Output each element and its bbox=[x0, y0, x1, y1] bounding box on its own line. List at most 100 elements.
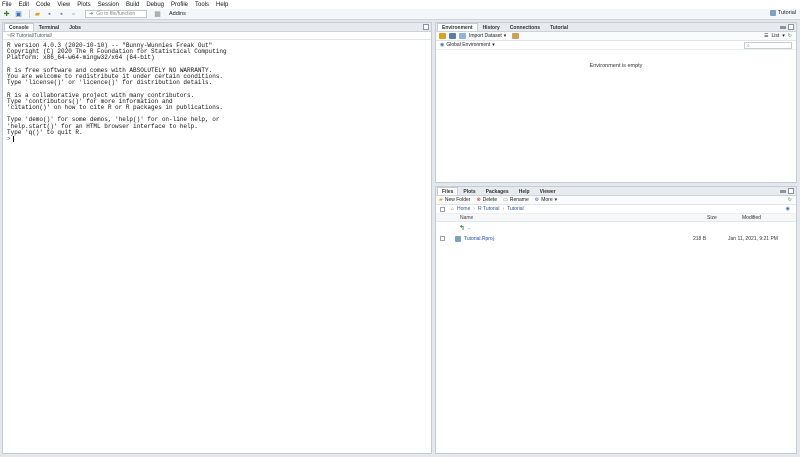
save-workspace-icon[interactable] bbox=[449, 33, 456, 39]
print-icon[interactable]: ▫ bbox=[69, 10, 78, 18]
menu-help[interactable]: Help bbox=[216, 2, 228, 8]
parent-dir-link[interactable]: .. bbox=[468, 225, 471, 231]
file-modified: Jan 11, 2021, 9:21 PM bbox=[728, 235, 778, 242]
minimize-icon[interactable] bbox=[780, 190, 786, 193]
tab-environment[interactable]: Environment bbox=[437, 23, 478, 31]
more-button[interactable]: More bbox=[541, 197, 552, 203]
text-cursor bbox=[12, 136, 14, 143]
save-icon[interactable]: ▪ bbox=[45, 10, 54, 18]
go-to-working-dir-icon[interactable]: ◉ bbox=[786, 206, 790, 212]
menu-plots[interactable]: Plots bbox=[77, 2, 90, 8]
menu-build[interactable]: Build bbox=[126, 2, 139, 8]
menu-code[interactable]: Code bbox=[36, 2, 50, 8]
breadcrumb-separator: › bbox=[473, 206, 476, 212]
tab-jobs[interactable]: Jobs bbox=[64, 23, 86, 31]
tab-console[interactable]: Console bbox=[4, 23, 34, 31]
refresh-icon[interactable]: ↻ bbox=[788, 33, 792, 39]
console-pane-controls bbox=[423, 24, 429, 30]
workspace-panes-icon[interactable]: ▦ bbox=[153, 10, 162, 18]
column-size[interactable]: Size bbox=[707, 215, 742, 221]
new-folder-button[interactable]: New Folder bbox=[445, 197, 471, 203]
toolbar-separator bbox=[29, 10, 30, 18]
file-size: 218 B bbox=[693, 235, 707, 242]
goto-placeholder: Go to file/function bbox=[96, 11, 136, 17]
console-prompt: > bbox=[7, 135, 11, 143]
environment-empty-message: Environment is empty bbox=[589, 63, 643, 69]
parent-dir-icon: ↰ bbox=[459, 224, 465, 232]
menu-view[interactable]: View bbox=[57, 2, 70, 8]
global-environment-dropdown[interactable]: Global Environment bbox=[446, 42, 490, 48]
new-file-icon[interactable]: ✚ bbox=[2, 10, 11, 18]
environment-pane: Environment History Connections Tutorial… bbox=[435, 22, 797, 183]
maximize-icon[interactable] bbox=[788, 24, 794, 30]
column-name[interactable]: Name bbox=[460, 215, 707, 221]
tab-history[interactable]: History bbox=[478, 23, 505, 31]
row-checkbox[interactable] bbox=[440, 236, 445, 241]
menu-tools[interactable]: Tools bbox=[195, 2, 209, 8]
maximize-icon[interactable] bbox=[423, 24, 429, 30]
rename-button[interactable]: Rename bbox=[510, 197, 529, 203]
addins-menu[interactable]: Addins bbox=[169, 11, 186, 17]
table-row[interactable]: Tutorial.Rproj 218 B Jan 11, 2021, 9:21 … bbox=[436, 233, 796, 244]
chevron-down-icon[interactable]: ▾ bbox=[492, 42, 495, 48]
chevron-down-icon[interactable]: ▾ bbox=[504, 33, 507, 39]
files-pane-controls bbox=[780, 188, 794, 194]
load-workspace-icon[interactable] bbox=[439, 33, 446, 39]
refresh-icon[interactable]: ↻ bbox=[788, 197, 792, 203]
import-dataset-button[interactable]: Import Dataset bbox=[469, 33, 502, 39]
console-tabbar: Console Terminal Jobs bbox=[3, 23, 431, 32]
files-toolbar: ▰ New Folder ⊗ Delete ▭ Rename ⚙ More ▾ … bbox=[436, 196, 796, 205]
environment-scope-bar: ◉ Global Environment ▾ ⌕ bbox=[436, 41, 796, 50]
breadcrumb-separator: › bbox=[502, 206, 505, 212]
menu-debug[interactable]: Debug bbox=[146, 2, 164, 8]
broom-icon[interactable] bbox=[512, 33, 520, 39]
chevron-down-icon[interactable]: ▾ bbox=[555, 197, 558, 203]
menu-edit[interactable]: Edit bbox=[19, 2, 29, 8]
menu-bar: File Edit Code View Plots Session Build … bbox=[0, 0, 800, 9]
menu-session[interactable]: Session bbox=[98, 2, 119, 8]
column-modified[interactable]: Modified bbox=[742, 215, 796, 221]
console-working-dir[interactable]: ~/R Tutorial/Tutorial/ bbox=[3, 32, 431, 40]
files-refresh-control: ↻ bbox=[788, 197, 792, 203]
menu-file[interactable]: File bbox=[2, 2, 12, 8]
breadcrumb-home[interactable]: Home bbox=[457, 206, 470, 212]
rproj-file-icon bbox=[455, 235, 461, 242]
delete-icon: ⊗ bbox=[476, 197, 481, 203]
chevron-down-icon[interactable]: ▾ bbox=[782, 33, 785, 39]
console-output[interactable]: R version 4.0.3 (2020-10-10) -- "Bunny-W… bbox=[3, 40, 431, 146]
breadcrumb-tutorial[interactable]: Tutorial bbox=[507, 206, 524, 212]
list-view-button[interactable]: List bbox=[772, 33, 780, 39]
delete-button[interactable]: Delete bbox=[483, 197, 497, 203]
project-menu[interactable]: Tutorial bbox=[769, 10, 796, 16]
r-logo-icon: ◉ bbox=[440, 42, 445, 48]
tab-plots[interactable]: Plots bbox=[458, 187, 480, 195]
search-icon: ⌕ bbox=[747, 43, 750, 49]
files-pane: Files Plots Packages Help Viewer ▰ New F… bbox=[435, 186, 797, 454]
file-name[interactable]: Tutorial.Rproj bbox=[464, 236, 494, 242]
tab-files[interactable]: Files bbox=[437, 187, 459, 195]
new-project-icon[interactable]: ▣ bbox=[14, 10, 23, 18]
tab-packages[interactable]: Packages bbox=[481, 187, 514, 195]
goto-arrow-icon: ➜ bbox=[89, 11, 94, 17]
environment-search-input[interactable]: ⌕ bbox=[744, 42, 792, 49]
menu-profile[interactable]: Profile bbox=[171, 2, 188, 8]
select-all-checkbox[interactable] bbox=[440, 206, 445, 212]
file-name-cell[interactable]: Tutorial.Rproj bbox=[455, 235, 693, 242]
breadcrumb-r-tutorial[interactable]: R Tutorial bbox=[478, 206, 499, 212]
project-name: Tutorial bbox=[777, 10, 796, 16]
files-table-header: Name Size Modified bbox=[436, 214, 796, 222]
tab-tutorial[interactable]: Tutorial bbox=[545, 23, 573, 31]
goto-file-input[interactable]: ➜ Go to file/function bbox=[85, 10, 147, 18]
tab-viewer[interactable]: Viewer bbox=[535, 187, 561, 195]
open-file-icon[interactable]: ▰ bbox=[33, 10, 42, 18]
minimize-icon[interactable] bbox=[780, 26, 786, 29]
console-pane: Console Terminal Jobs ~/R Tutorial/Tutor… bbox=[2, 22, 432, 454]
maximize-icon[interactable] bbox=[788, 188, 794, 194]
parent-dir-row[interactable]: ↰ .. bbox=[436, 222, 796, 233]
environment-tabbar: Environment History Connections Tutorial bbox=[436, 23, 796, 32]
new-folder-icon: ▰ bbox=[439, 197, 443, 203]
tab-terminal[interactable]: Terminal bbox=[34, 23, 64, 31]
tab-help[interactable]: Help bbox=[514, 187, 535, 195]
tab-connections[interactable]: Connections bbox=[505, 23, 545, 31]
save-all-icon[interactable]: ▪ bbox=[57, 10, 66, 18]
